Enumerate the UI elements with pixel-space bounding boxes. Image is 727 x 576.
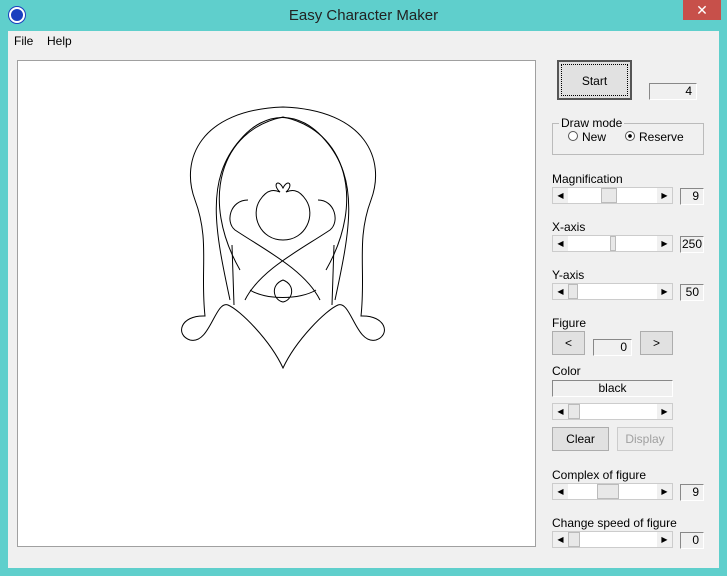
radio-reserve[interactable]: Reserve bbox=[625, 130, 684, 144]
figure-cross bbox=[229, 199, 336, 301]
draw-mode-label: Draw mode bbox=[559, 116, 625, 130]
radio-new[interactable]: New bbox=[568, 130, 606, 144]
close-button[interactable]: ✕ bbox=[683, 0, 721, 20]
radio-reserve-label: Reserve bbox=[639, 130, 684, 144]
menu-help[interactable]: Help bbox=[47, 34, 72, 48]
display-button[interactable]: Display bbox=[617, 427, 673, 451]
character-figure bbox=[181, 106, 385, 370]
complex-value: 9 bbox=[680, 484, 704, 501]
radio-new-icon bbox=[568, 131, 578, 141]
complex-scrollbar[interactable]: ◀ ▶ bbox=[552, 483, 673, 500]
clear-button[interactable]: Clear bbox=[552, 427, 609, 451]
color-scrollbar[interactable]: ◀ ▶ bbox=[552, 403, 673, 420]
start-button[interactable]: Start bbox=[557, 60, 632, 100]
magnification-value: 9 bbox=[680, 188, 704, 205]
x-axis-scrollbar[interactable]: ◀ ▶ bbox=[552, 235, 673, 252]
drawing-canvas[interactable] bbox=[17, 60, 536, 547]
figure-next-button[interactable]: > bbox=[640, 331, 673, 355]
figure-label: Figure bbox=[552, 316, 587, 330]
figure-prev-button[interactable]: < bbox=[552, 331, 585, 355]
figure-bottom-loop bbox=[249, 279, 317, 303]
speed-scrollbar[interactable]: ◀ ▶ bbox=[552, 531, 673, 548]
magnification-label: Magnification bbox=[552, 172, 623, 186]
radio-reserve-icon bbox=[625, 131, 635, 141]
magnification-scrollbar[interactable]: ◀ ▶ bbox=[552, 187, 673, 204]
radio-new-label: New bbox=[582, 130, 607, 144]
menu-bar: File Help bbox=[8, 31, 719, 51]
start-count: 4 bbox=[649, 83, 697, 100]
figure-head bbox=[255, 182, 311, 241]
color-label: Color bbox=[552, 364, 581, 378]
figure-outer-curve bbox=[181, 106, 385, 370]
x-axis-label: X-axis bbox=[552, 220, 586, 234]
y-axis-value: 50 bbox=[680, 284, 704, 301]
menu-file[interactable]: File bbox=[14, 34, 33, 48]
client-area: File Help Start 4 Draw mode New Reserve … bbox=[8, 31, 719, 568]
speed-value: 0 bbox=[680, 532, 704, 549]
complex-label: Complex of figure bbox=[552, 468, 647, 482]
speed-label: Change speed of figure bbox=[552, 516, 677, 530]
figure-value: 0 bbox=[593, 339, 632, 356]
y-axis-scrollbar[interactable]: ◀ ▶ bbox=[552, 283, 673, 300]
color-value: black bbox=[552, 380, 673, 397]
title-bar: Easy Character Maker ✕ bbox=[0, 0, 727, 31]
y-axis-label: Y-axis bbox=[552, 268, 585, 282]
window-title: Easy Character Maker bbox=[288, 7, 439, 24]
x-axis-value: 250 bbox=[680, 236, 704, 253]
figure-loop-left bbox=[218, 116, 348, 271]
